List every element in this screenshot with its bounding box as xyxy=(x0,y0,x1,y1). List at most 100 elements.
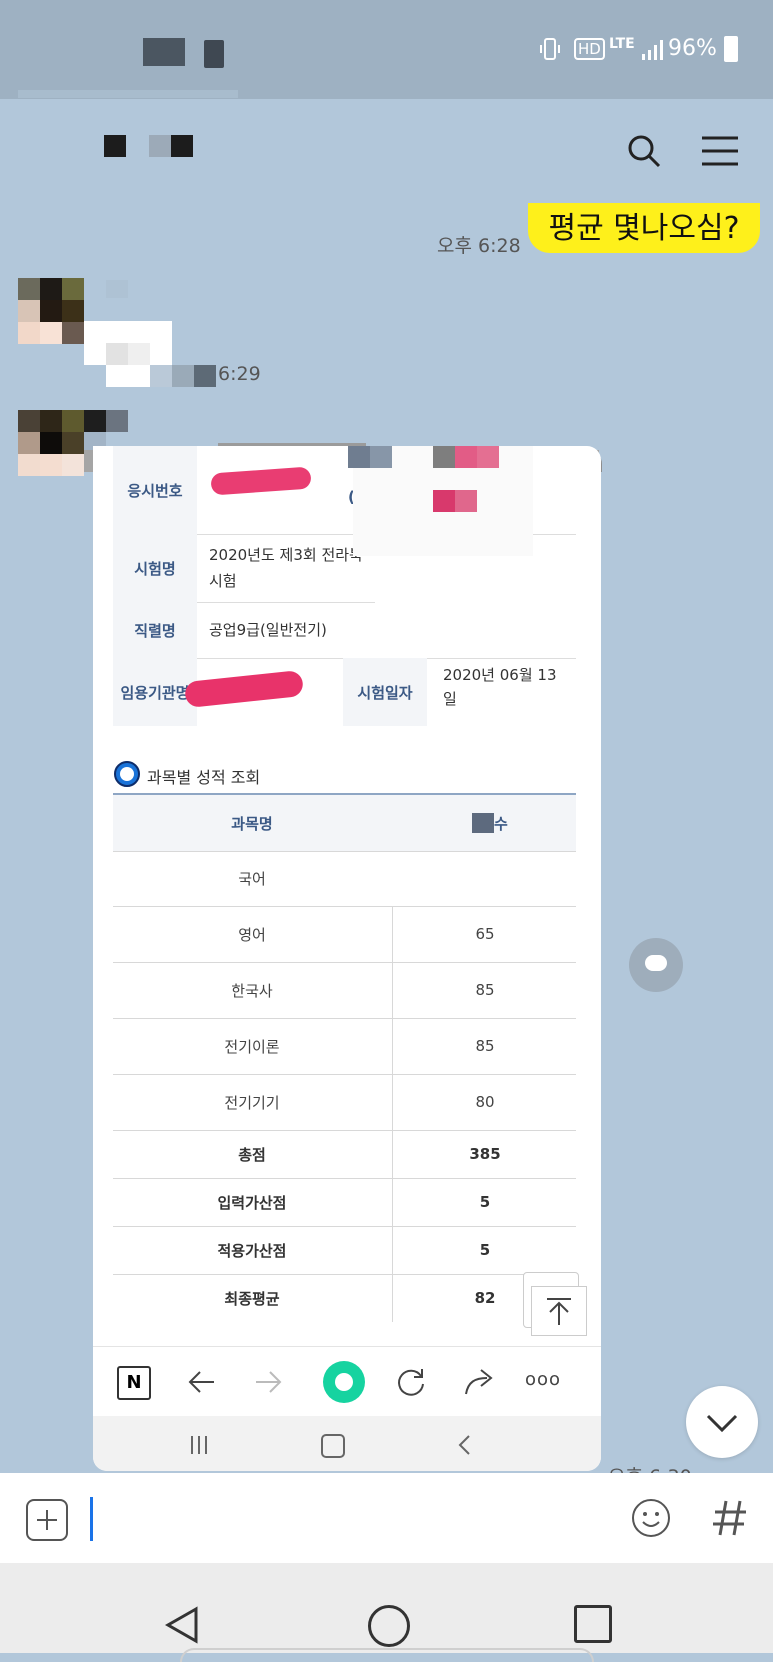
blurred-time-prefix xyxy=(150,365,172,387)
score-cell xyxy=(392,850,576,906)
blurred-region xyxy=(433,446,455,468)
blurred-sender-name xyxy=(106,280,128,298)
exam-date-label: 시험일자 xyxy=(343,658,427,726)
subject-cell: 전기이론 xyxy=(224,1038,280,1056)
my-message-text: 평균 몇나오심? xyxy=(548,211,740,246)
naver-icon[interactable]: N xyxy=(117,1366,151,1400)
inner-nav-bar xyxy=(93,1416,601,1471)
blurred-col-prefix xyxy=(472,813,494,833)
blurred-time-prefix xyxy=(172,365,194,387)
nav-gesture-bar xyxy=(180,1648,594,1662)
subject-cell: 영어 xyxy=(238,926,266,944)
shared-screenshot[interactable]: 응시번호 (상 시험명 2020년도 제3회 전라북 시험 직렬명 공업9급(일… xyxy=(93,446,601,1471)
grade-table-header: 과목명 수 xyxy=(113,793,576,852)
home-icon[interactable] xyxy=(321,1434,345,1458)
col-subject: 과목명 xyxy=(231,815,273,833)
input-bonus-label: 입력가산점 xyxy=(217,1194,287,1212)
table-row-applied-bonus: 적용가산점 5 xyxy=(113,1226,576,1275)
friend-reply-time: 6:29 xyxy=(218,363,261,385)
home-green-button[interactable] xyxy=(323,1361,365,1403)
nav-home-icon[interactable] xyxy=(368,1605,410,1647)
scroll-top-button[interactable] xyxy=(531,1286,587,1336)
hd-badge: HD xyxy=(574,38,605,60)
blurred-reply-text xyxy=(106,343,128,365)
blurred-region xyxy=(455,446,477,468)
more-icon[interactable]: ooo xyxy=(525,1369,561,1390)
table-row: 전기기기 80 xyxy=(113,1074,576,1131)
recents-icon[interactable] xyxy=(189,1434,209,1456)
blurred-chat-title xyxy=(149,135,171,157)
browser-toolbar: N ooo xyxy=(93,1346,601,1417)
system-nav-bar xyxy=(0,1563,773,1662)
hashtag-icon[interactable] xyxy=(710,1497,750,1539)
exam-date-line2: 일 xyxy=(443,690,457,708)
forward-arrow-icon[interactable] xyxy=(253,1367,283,1397)
battery-icon xyxy=(724,36,738,62)
blurred-region xyxy=(433,490,455,512)
scroll-down-button[interactable] xyxy=(686,1386,758,1458)
info-row-exam-name: 시험명 2020년도 제3회 전라북 시험 xyxy=(113,534,375,603)
table-row: 한국사 85 xyxy=(113,962,576,1019)
info-row-agency: 임용기관명 시험일자 2020년 06월 13 일 xyxy=(113,658,576,726)
blurred-clock xyxy=(143,38,185,66)
plus-icon[interactable] xyxy=(26,1499,68,1541)
menu-icon[interactable] xyxy=(700,135,740,167)
my-message-time: 오후 6:28 xyxy=(437,235,521,257)
emoji-icon[interactable] xyxy=(630,1497,672,1539)
chat-bubble-float-icon[interactable] xyxy=(629,938,683,992)
input-bonus-value: 5 xyxy=(392,1178,577,1226)
blurred-region xyxy=(370,446,392,468)
final-avg-label: 최종평균 xyxy=(224,1290,280,1308)
message-input-cursor[interactable] xyxy=(90,1497,93,1541)
network-type: LTE xyxy=(609,36,635,52)
my-message-bubble[interactable]: 평균 몇나오심? xyxy=(528,203,760,253)
search-icon[interactable] xyxy=(626,133,662,169)
battery-saver-icon xyxy=(204,40,224,68)
applied-bonus-label: 적용가산점 xyxy=(217,1242,287,1260)
back-arrow-icon[interactable] xyxy=(187,1367,217,1397)
blurred-reply-text xyxy=(128,343,150,365)
share-icon[interactable] xyxy=(463,1366,497,1398)
table-row: 영어 65 xyxy=(113,906,576,963)
chat-bubble-glyph xyxy=(645,955,667,971)
redaction-scribble xyxy=(183,669,305,709)
status-bar: HD LTE 96% xyxy=(0,0,773,99)
series-label: 직렬명 xyxy=(113,602,197,658)
series-value: 공업9급(일반전기) xyxy=(209,621,327,639)
score-cell: 85 xyxy=(392,962,577,1018)
table-row-final-average: 최종평균 82 xyxy=(113,1274,576,1322)
chat-header xyxy=(0,90,773,204)
table-row: 전기이론 85 xyxy=(113,1018,576,1075)
table-row-input-bonus: 입력가산점 5 xyxy=(113,1178,576,1227)
blurred-chat-title xyxy=(171,135,193,157)
subject-cell: 한국사 xyxy=(231,982,273,1000)
blurred-chat-title xyxy=(104,135,126,157)
exam-name-label: 시험명 xyxy=(113,534,197,602)
nav-back-icon[interactable] xyxy=(164,1605,200,1645)
score-cell: 65 xyxy=(392,906,577,962)
redaction-scribble xyxy=(210,466,312,496)
back-icon[interactable] xyxy=(455,1434,475,1456)
total-value: 385 xyxy=(392,1130,577,1178)
avatar[interactable] xyxy=(18,278,84,344)
blurred-region xyxy=(477,446,499,468)
score-cell: 80 xyxy=(392,1074,577,1130)
refresh-icon[interactable] xyxy=(395,1366,427,1398)
info-row-series: 직렬명 공업9급(일반전기) xyxy=(113,602,576,659)
section-title: 과목별 성적 조회 xyxy=(147,768,261,787)
exam-date-line1: 2020년 06월 13 xyxy=(443,666,557,684)
blurred-region xyxy=(455,490,477,512)
message-input-bar xyxy=(0,1473,773,1563)
subject-cell: 국어 xyxy=(238,870,266,888)
exam-name-line2: 시험 xyxy=(209,572,237,590)
subject-cell: 전기기기 xyxy=(224,1094,280,1112)
exam-name-line1: 2020년도 제3회 전라북 xyxy=(209,546,363,564)
applicant-no-label: 응시번호 xyxy=(113,446,197,534)
total-label: 총점 xyxy=(238,1146,266,1164)
blurred-region xyxy=(348,446,370,468)
nav-recents-icon[interactable] xyxy=(574,1605,612,1643)
bottom-time: 오후 6:30 xyxy=(608,1462,692,1473)
friend-reply-bubble-tail xyxy=(106,365,150,387)
applied-bonus-value: 5 xyxy=(392,1226,577,1274)
table-row: 국어 xyxy=(113,850,576,907)
